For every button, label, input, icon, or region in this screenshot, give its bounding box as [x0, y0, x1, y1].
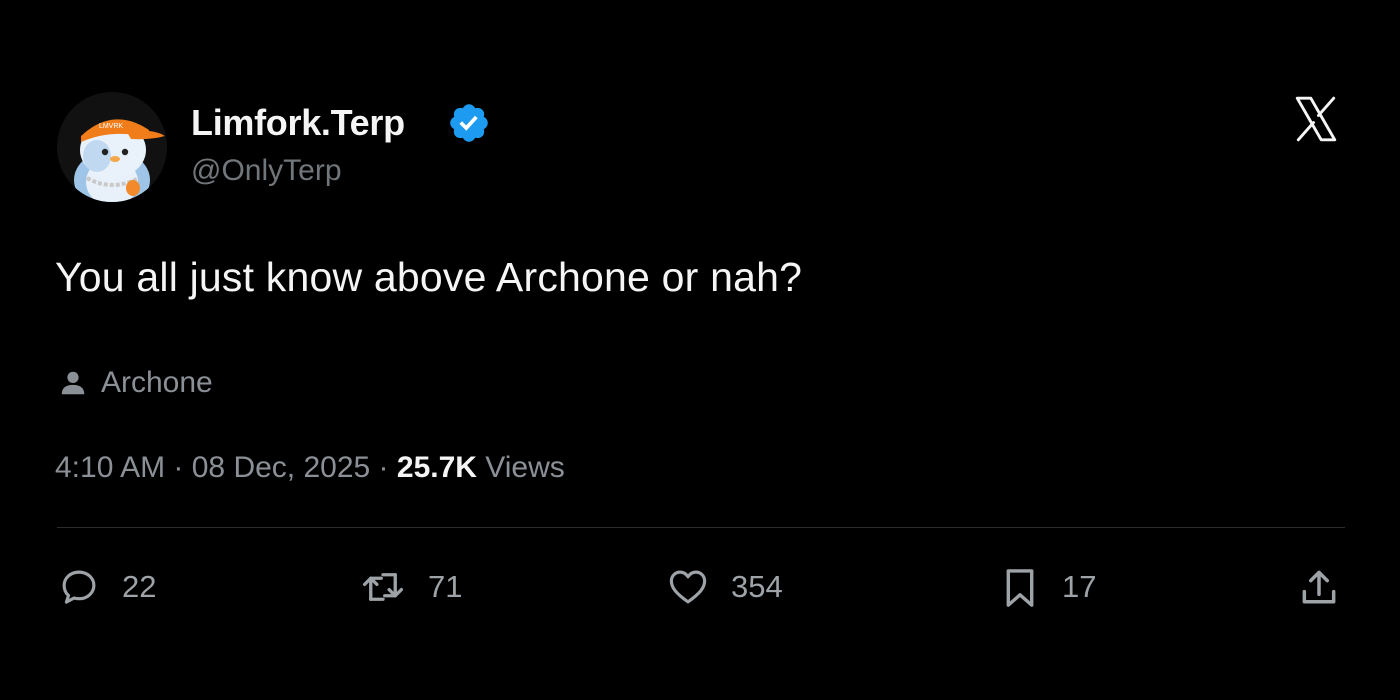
reply-count: 22 — [122, 569, 157, 604]
share-icon — [1302, 570, 1336, 604]
reply-icon — [62, 570, 96, 604]
like-count: 354 — [731, 569, 783, 604]
views-label: Views — [476, 451, 565, 484]
community-label: Archone — [101, 366, 213, 399]
author-display-name[interactable]: Limfork.Terp — [191, 102, 405, 144]
author-avatar[interactable]: LMVRK — [57, 92, 167, 202]
author-handle[interactable]: @OnlyTerp — [191, 152, 342, 190]
post-date[interactable]: 08 Dec, 2025 — [192, 451, 370, 484]
divider — [57, 527, 1345, 528]
verified-badge-icon — [450, 104, 488, 142]
penguin-avatar-image: LMVRK — [57, 92, 167, 202]
bookmark-icon — [1006, 569, 1034, 607]
person-icon — [61, 371, 85, 395]
repost-count: 71 — [428, 569, 463, 604]
heart-icon — [669, 570, 707, 604]
x-logo-icon[interactable] — [1290, 94, 1342, 144]
meta-separator: · — [370, 451, 397, 484]
cap-logo-text: LMVRK — [99, 123, 123, 130]
post-text: You all just know above Archone or nah? — [55, 254, 803, 300]
post-meta: 4:10 AM · 08 Dec, 2025 · 25.7K Views — [55, 449, 565, 487]
bookmark-count: 17 — [1062, 569, 1097, 604]
post-time[interactable]: 4:10 AM — [55, 451, 165, 484]
views-count: 25.7K — [396, 451, 477, 484]
repost-icon — [362, 573, 404, 601]
meta-separator: · — [165, 451, 192, 484]
